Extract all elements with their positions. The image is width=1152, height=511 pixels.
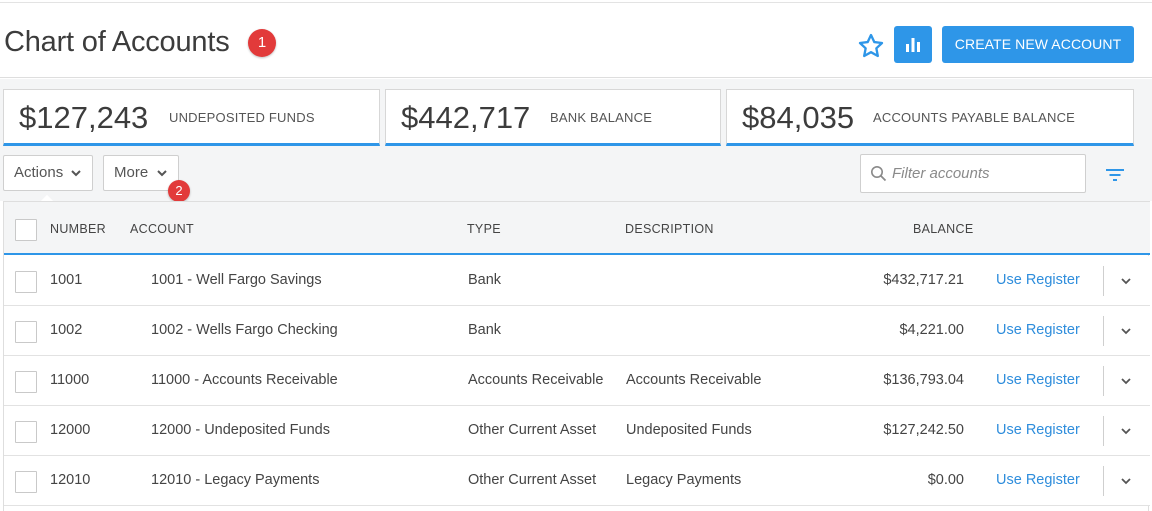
summary-card-value: $127,243 [19, 100, 149, 135]
top-divider [0, 2, 1152, 3]
accounts-table: NUMBER ACCOUNT TYPE DESCRIPTION BALANCE … [3, 201, 1150, 511]
cell-number: 12000 [50, 422, 91, 438]
bar-chart-icon [906, 38, 920, 52]
column-header-number[interactable]: NUMBER [50, 222, 106, 236]
chevron-down-icon[interactable] [1120, 375, 1132, 387]
table-row[interactable]: 1002 1002 - Wells Fargo Checking Bank $4… [4, 306, 1150, 356]
cell-description: Legacy Payments [626, 472, 742, 488]
cell-type: Other Current Asset [468, 422, 597, 438]
more-dropdown-label: More [114, 164, 149, 181]
summary-card-value: $442,717 [401, 100, 531, 135]
row-checkbox[interactable] [15, 471, 37, 493]
cell-balance: $127,242.50 [883, 422, 964, 438]
cell-number: 12010 [50, 472, 91, 488]
row-checkbox[interactable] [15, 321, 37, 343]
cell-account: 12000 - Undeposited Funds [151, 422, 330, 438]
summary-card-bank-balance[interactable]: $442,717 BANK BALANCE [385, 89, 721, 146]
cell-number: 11000 [50, 372, 90, 388]
cell-account: 1002 - Wells Fargo Checking [151, 322, 338, 338]
use-register-link[interactable]: Use Register [996, 422, 1080, 438]
cell-balance: $4,221.00 [899, 322, 964, 338]
chevron-down-icon [71, 170, 81, 177]
use-register-link[interactable]: Use Register [996, 472, 1080, 488]
row-action-divider [1103, 416, 1104, 446]
select-all-checkbox[interactable] [15, 219, 37, 241]
row-checkbox[interactable] [15, 371, 37, 393]
more-dropdown[interactable]: More [103, 155, 179, 191]
summary-card-label: BANK BALANCE [550, 110, 653, 125]
chevron-down-icon[interactable] [1120, 475, 1132, 487]
row-action-divider [1103, 266, 1104, 296]
cell-balance: $136,793.04 [883, 372, 964, 388]
create-new-account-button[interactable]: CREATE NEW ACCOUNT [942, 26, 1134, 63]
row-action-divider [1103, 466, 1104, 496]
filter-accounts-input[interactable] [860, 154, 1086, 193]
summary-card-label: ACCOUNTS PAYABLE BALANCE [873, 110, 1076, 125]
cell-account: 11000 - Accounts Receivable [151, 372, 338, 388]
filter-icon[interactable] [1105, 167, 1125, 183]
column-header-type[interactable]: TYPE [467, 222, 501, 236]
summary-card-value: $84,035 [742, 100, 855, 135]
page-header: Chart of Accounts 1 CREATE NEW ACCOUNT [0, 4, 1152, 78]
summary-bar: $127,243 UNDEPOSITED FUNDS $442,717 BANK… [0, 79, 1152, 149]
cell-account: 1001 - Well Fargo Savings [151, 272, 322, 288]
chevron-down-icon[interactable] [1120, 325, 1132, 337]
column-header-balance[interactable]: BALANCE [913, 222, 973, 236]
cell-description: Undeposited Funds [626, 422, 752, 438]
row-checkbox[interactable] [15, 271, 37, 293]
row-action-divider [1103, 366, 1104, 396]
cell-number: 1001 [50, 272, 83, 288]
star-icon[interactable] [857, 32, 885, 60]
summary-card-label: UNDEPOSITED FUNDS [169, 110, 315, 125]
actions-dropdown-label: Actions [14, 164, 64, 181]
chevron-down-icon[interactable] [1120, 425, 1132, 437]
search-icon [871, 166, 887, 182]
cell-balance: $432,717.21 [883, 272, 964, 288]
annotation-badge-1: 1 [248, 29, 276, 57]
use-register-link[interactable]: Use Register [996, 372, 1080, 388]
use-register-link[interactable]: Use Register [996, 272, 1080, 288]
chevron-down-icon [157, 170, 167, 177]
cell-description: Accounts Receivable [626, 372, 762, 388]
table-row[interactable]: 1001 1001 - Well Fargo Savings Bank $432… [4, 256, 1150, 306]
summary-card-accounts-payable-balance[interactable]: $84,035 ACCOUNTS PAYABLE BALANCE [726, 89, 1134, 146]
cell-balance: $0.00 [927, 472, 964, 488]
chevron-down-icon[interactable] [1120, 275, 1132, 287]
cell-type: Bank [468, 322, 502, 338]
table-row[interactable]: 12010 12010 - Legacy Payments Other Curr… [4, 456, 1150, 506]
cell-type: Other Current Asset [468, 472, 597, 488]
column-header-description[interactable]: DESCRIPTION [625, 222, 714, 236]
use-register-link[interactable]: Use Register [996, 322, 1080, 338]
cell-number: 1002 [50, 322, 83, 338]
report-button[interactable] [894, 26, 932, 63]
annotation-badge-2: 2 [168, 180, 190, 202]
row-action-divider [1103, 316, 1104, 346]
page-title: Chart of Accounts [4, 26, 230, 58]
cell-account: 12010 - Legacy Payments [151, 472, 320, 488]
actions-dropdown[interactable]: Actions [3, 155, 93, 210]
table-row[interactable]: 11000 11000 - Accounts Receivable Accoun… [4, 356, 1150, 406]
column-header-account[interactable]: ACCOUNT [130, 222, 194, 236]
cell-type: Accounts Receivable [468, 372, 604, 388]
table-header: NUMBER ACCOUNT TYPE DESCRIPTION BALANCE [4, 201, 1150, 255]
row-checkbox[interactable] [15, 421, 37, 443]
cell-type: Bank [468, 272, 502, 288]
table-row[interactable]: 12000 12000 - Undeposited Funds Other Cu… [4, 406, 1150, 456]
summary-card-undeposited-funds[interactable]: $127,243 UNDEPOSITED FUNDS [3, 89, 380, 146]
